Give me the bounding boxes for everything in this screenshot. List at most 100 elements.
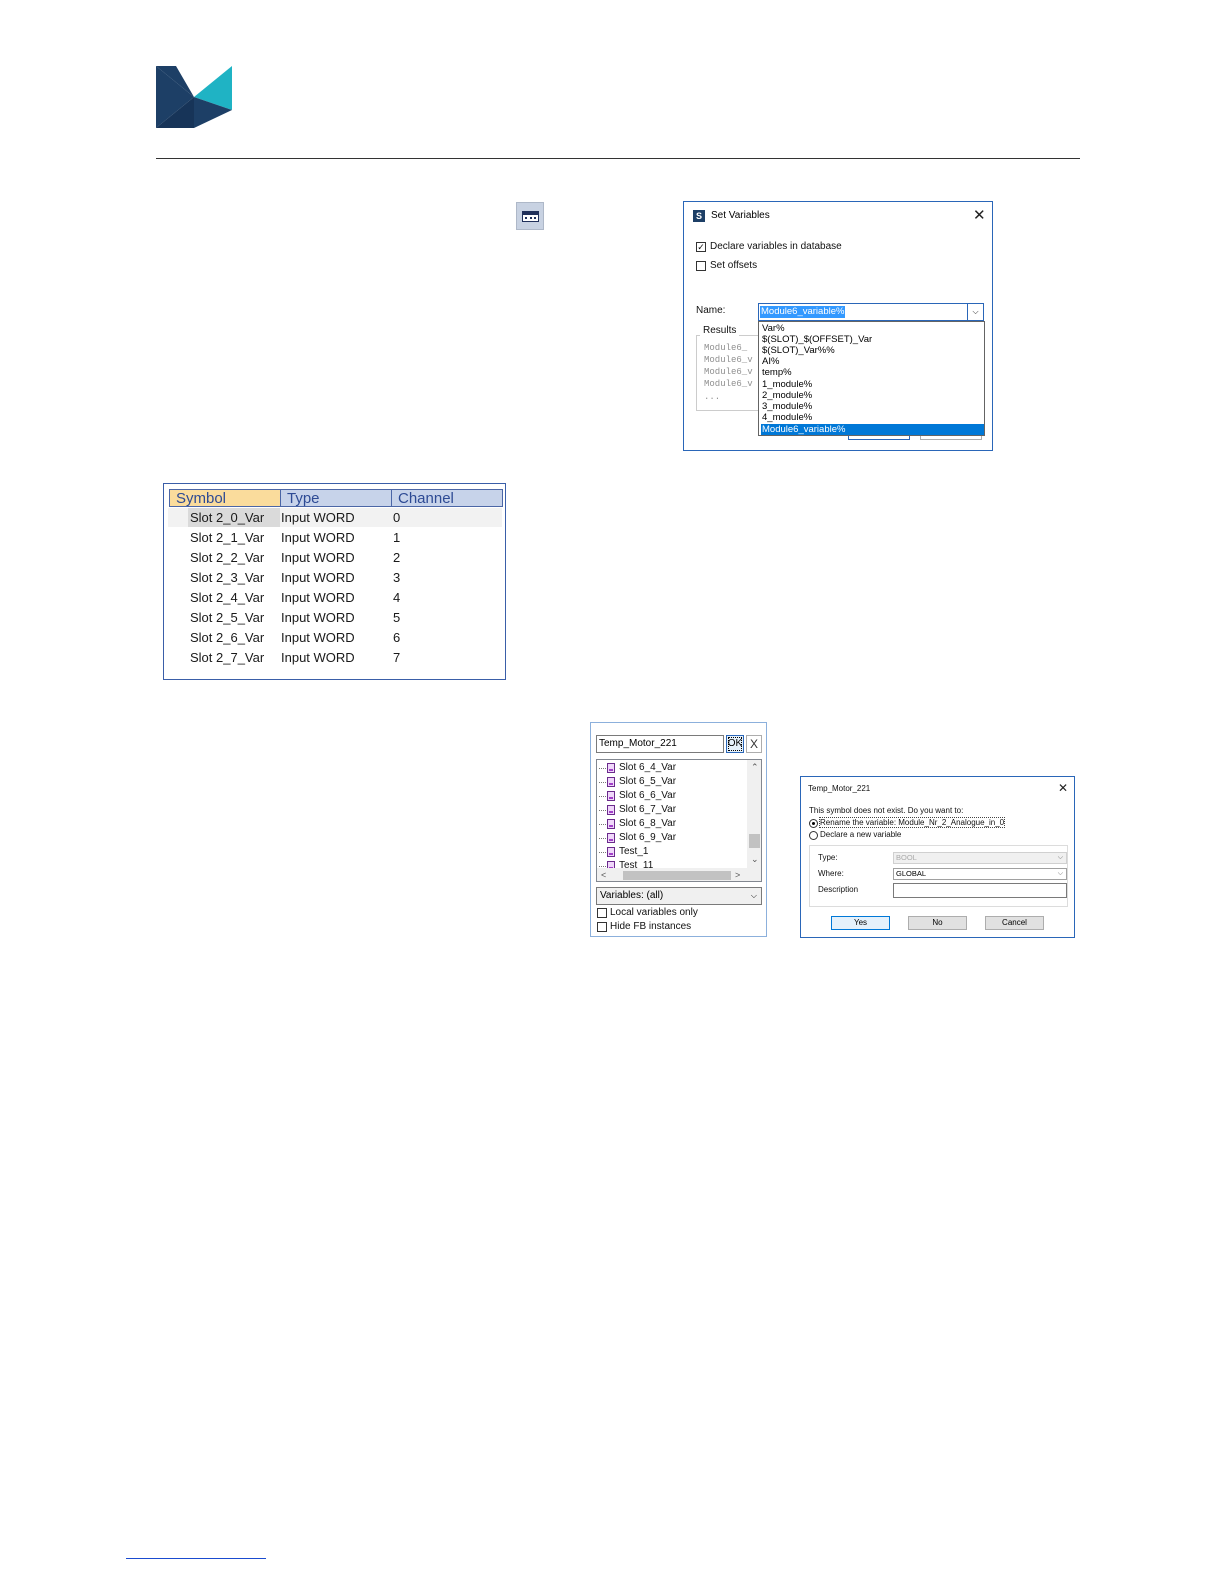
scroll-down-icon[interactable]: ⌄ [751, 854, 759, 864]
brand-logo-icon [156, 66, 232, 128]
table-cell-symbol[interactable]: Slot 2_1_Var [190, 530, 264, 546]
dropdown-option[interactable]: $(SLOT)_$(OFFSET)_Var [761, 334, 984, 345]
table-cell-type[interactable]: Input WORD [281, 550, 355, 566]
column-header-symbol[interactable]: Symbol [169, 489, 281, 507]
where-select[interactable]: GLOBAL ⌵ [893, 868, 1067, 880]
table-cell-symbol[interactable]: Slot 2_0_Var [190, 510, 264, 526]
vertical-scrollbar[interactable] [747, 760, 761, 868]
hide-fb-checkbox[interactable] [597, 922, 607, 932]
ok-button[interactable]: OK [726, 735, 744, 753]
local-variables-checkbox[interactable] [597, 908, 607, 918]
variable-icon [607, 777, 615, 787]
name-label: Name: [696, 305, 726, 316]
rename-option-label: Rename the variable: Module_Nr_2_Analogu… [818, 817, 1006, 828]
variable-icon [607, 763, 615, 773]
name-combobox[interactable]: Module6_variable% ⌵ [758, 303, 984, 321]
dropdown-option[interactable]: 2_module% [761, 390, 984, 401]
table-cell-channel[interactable]: 4 [393, 590, 400, 606]
results-line: Module6_v [704, 355, 753, 365]
table-cell-symbol[interactable]: Slot 2_5_Var [190, 610, 264, 626]
table-cell-channel[interactable]: 2 [393, 550, 400, 566]
table-cell-channel[interactable]: 3 [393, 570, 400, 586]
prompt-text: This symbol does not exist. Do you want … [809, 806, 964, 815]
column-header-type[interactable]: Type [280, 489, 392, 507]
horizontal-scroll-thumb[interactable] [623, 871, 731, 880]
table-cell-channel[interactable]: 5 [393, 610, 400, 626]
local-variables-label: Local variables only [610, 907, 698, 918]
table-cell-type[interactable]: Input WORD [281, 590, 355, 606]
symbol-picker-panel: Temp_Motor_221 OK X Slot 6_4_Var Slot 6_… [590, 722, 767, 937]
symbol-search-input[interactable]: Temp_Motor_221 [596, 735, 724, 753]
type-select[interactable]: BOOL ⌵ [893, 852, 1067, 864]
table-cell-type[interactable]: Input WORD [281, 630, 355, 646]
table-cell-type[interactable]: Input WORD [281, 510, 355, 526]
table-cell-symbol[interactable]: Slot 2_3_Var [190, 570, 264, 586]
table-cell-type[interactable]: Input WORD [281, 570, 355, 586]
close-icon[interactable]: ✕ [973, 208, 986, 223]
table-cell-type[interactable]: Input WORD [281, 610, 355, 626]
table-cell-symbol[interactable]: Slot 2_7_Var [190, 650, 264, 666]
table-cell-channel[interactable]: 1 [393, 530, 400, 546]
table-cell-symbol[interactable]: Slot 2_6_Var [190, 630, 264, 646]
dropdown-option[interactable]: $(SLOT)_Var%% [761, 345, 984, 356]
results-line: Module6_ [704, 343, 748, 353]
dropdown-option[interactable]: 1_module% [761, 379, 984, 390]
set-offsets-label: Set offsets [710, 260, 758, 271]
declare-variables-checkbox[interactable]: ✓ [696, 242, 706, 252]
dropdown-option[interactable]: AI% [761, 356, 984, 367]
variable-icon [607, 819, 615, 829]
table-cell-channel[interactable]: 7 [393, 650, 400, 666]
name-value: Module6_variable% [760, 306, 846, 318]
description-input[interactable] [893, 883, 1067, 898]
chevron-down-icon: ⌵ [1057, 870, 1063, 877]
name-dropdown-list[interactable]: Var% $(SLOT)_$(OFFSET)_Var $(SLOT)_Var%%… [758, 321, 985, 436]
dropdown-option[interactable]: 3_module% [761, 401, 984, 412]
column-header-channel[interactable]: Channel [391, 489, 503, 507]
table-cell-type[interactable]: Input WORD [281, 530, 355, 546]
scroll-right-icon[interactable]: > [735, 870, 740, 880]
declare-option-label: Declare a new variable [820, 830, 902, 839]
dropdown-option[interactable]: 4_module% [761, 412, 984, 423]
set-variables-dialog: S Set Variables ✕ ✓ Declare variables in… [683, 201, 993, 451]
filter-value: Variables: (all) [600, 890, 664, 901]
set-offsets-checkbox[interactable] [696, 261, 706, 271]
header-divider [156, 158, 1080, 159]
yes-button[interactable]: Yes [831, 916, 890, 930]
chevron-down-icon: ⌵ [1057, 854, 1063, 861]
variable-icon [607, 791, 615, 801]
dialog-title: Set Variables [711, 210, 770, 221]
footer-link-underline [126, 1558, 266, 1559]
results-line: Module6_v [704, 367, 753, 377]
vertical-scroll-thumb[interactable] [749, 834, 760, 848]
scroll-left-icon[interactable]: < [601, 870, 606, 880]
where-label: Where: [818, 869, 844, 878]
variable-filter-select[interactable]: Variables: (all) ⌵ [596, 887, 762, 905]
results-label: Results [700, 325, 740, 336]
dropdown-option[interactable]: Var% [761, 323, 984, 334]
cancel-button[interactable]: Cancel [985, 916, 1044, 930]
chevron-down-icon[interactable]: ⌵ [967, 304, 983, 320]
scroll-up-icon[interactable]: ⌃ [751, 762, 759, 772]
symbol-list[interactable]: Slot 6_4_Var Slot 6_5_Var Slot 6_6_Var S… [596, 759, 762, 882]
declare-radio[interactable] [809, 831, 818, 840]
table-cell-type[interactable]: Input WORD [281, 650, 355, 666]
hide-fb-label: Hide FB instances [610, 921, 692, 932]
description-label: Description [818, 885, 859, 894]
set-variables-toolbar-icon[interactable] [516, 202, 544, 230]
chevron-down-icon[interactable]: ⌵ [751, 888, 757, 904]
variable-icon [607, 833, 615, 843]
table-cell-symbol[interactable]: Slot 2_2_Var [190, 550, 264, 566]
dropdown-option-selected[interactable]: Module6_variable% [761, 424, 984, 435]
undefined-symbol-dialog: Temp_Motor_221 ✕ This symbol does not ex… [800, 776, 1075, 938]
variable-icon [607, 805, 615, 815]
dropdown-option[interactable]: temp% [761, 367, 984, 378]
rename-radio[interactable] [809, 819, 818, 828]
results-line: Module6_v [704, 379, 753, 389]
cancel-button[interactable]: X [746, 735, 762, 753]
table-cell-symbol[interactable]: Slot 2_4_Var [190, 590, 264, 606]
no-button[interactable]: No [908, 916, 967, 930]
close-icon[interactable]: ✕ [1058, 781, 1068, 796]
app-icon: S [693, 210, 705, 222]
table-cell-channel[interactable]: 6 [393, 630, 400, 646]
table-cell-channel[interactable]: 0 [393, 510, 400, 526]
